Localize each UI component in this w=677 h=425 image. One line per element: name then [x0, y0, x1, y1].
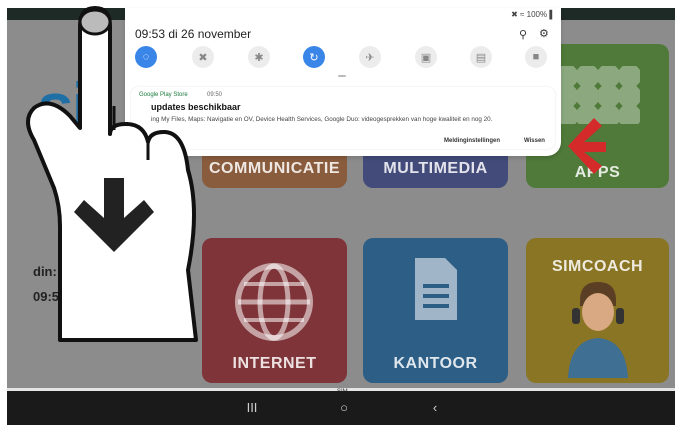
bluetooth-icon[interactable]: ✱ [248, 46, 270, 68]
document-icon [415, 258, 457, 320]
tile-simcoach[interactable]: SIMCOACH [526, 238, 669, 383]
battery-icon[interactable]: ▣ [415, 46, 437, 68]
tile-label: MULTIMEDIA [383, 160, 488, 177]
notification-body: ing My Files, Maps: Navigatie en OV, Dev… [151, 116, 493, 123]
tile-label: SIMCOACH [551, 258, 644, 275]
clear-button[interactable]: Wissen [524, 138, 545, 144]
tile-label: COMMUNICATIE [208, 160, 341, 177]
notification-settings-button[interactable]: Meldinginstellingen [444, 138, 500, 144]
book-icon[interactable]: ▤ [470, 46, 492, 68]
navigation-bar: III ○ ‹ [7, 391, 675, 425]
coach-avatar-icon [568, 282, 628, 378]
rotate-icon[interactable]: ↻ [303, 46, 325, 68]
tile-internet[interactable]: INTERNET [202, 238, 347, 383]
search-icon[interactable]: ⚲ [519, 28, 527, 41]
swipe-down-hand-icon [26, 6, 198, 342]
tile-label: INTERNET [232, 355, 317, 372]
status-icons: ✖ ≈ 100% ▌ [511, 10, 555, 19]
globe-icon [235, 263, 313, 341]
home-button[interactable]: ○ [334, 399, 354, 417]
back-button[interactable]: ‹ [425, 399, 445, 417]
folder-icon[interactable]: ■ [525, 46, 547, 68]
notification-time: 09:50 [207, 92, 223, 98]
tile-kantoor[interactable]: KANTOOR [363, 238, 508, 383]
gear-icon[interactable]: ⚙ [539, 27, 549, 40]
recents-button[interactable]: III [242, 399, 262, 417]
airplane-icon[interactable]: ✈ [359, 46, 381, 68]
shade-handle[interactable] [338, 75, 346, 77]
tile-label: KANTOOR [393, 355, 478, 372]
red-arrow-icon [568, 118, 606, 174]
